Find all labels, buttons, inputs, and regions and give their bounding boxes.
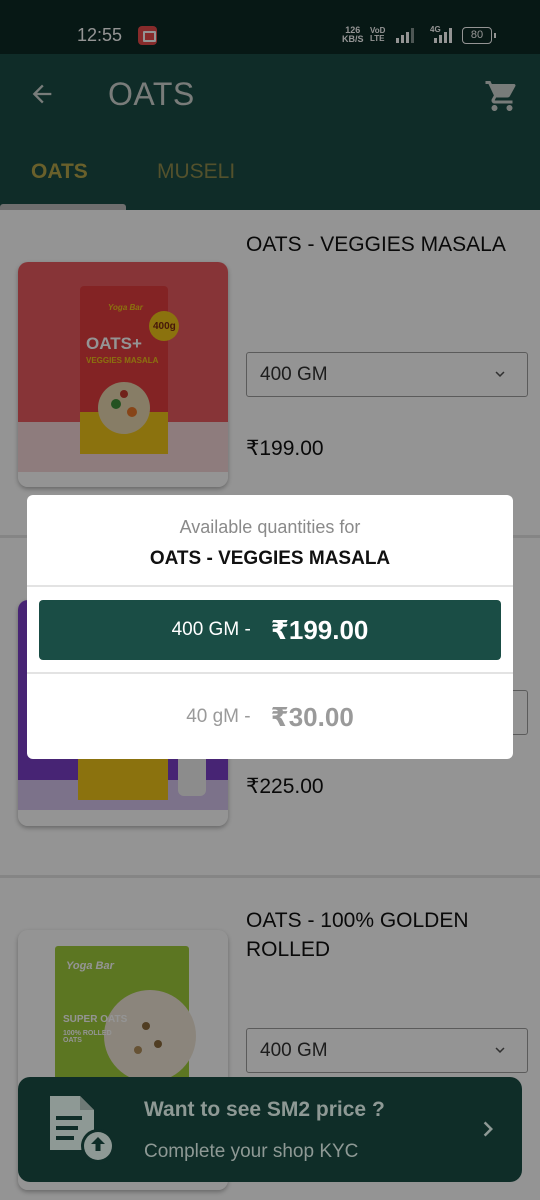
divider [27,672,513,674]
option-separator: - [239,619,251,640]
divider [27,585,513,587]
quantity-dialog: Available quantities for OATS - VEGGIES … [27,495,513,759]
option-quantity: 400 GM [171,619,240,640]
option-separator: - [239,706,251,727]
chevron-right-icon[interactable] [473,1114,503,1144]
option-quantity: 40 gM [186,706,240,727]
dialog-subtitle: Available quantities for [179,517,361,537]
kyc-banner[interactable]: Want to see SM2 price ? Complete your sh… [18,1077,522,1182]
kyc-subtext: Complete your shop KYC [144,1141,359,1162]
dialog-product-name: OATS - VEGGIES MASALA [149,548,391,569]
option-price: ₹30.00 [270,701,354,732]
quantity-option[interactable]: 40 gM - ₹30.00 [39,687,501,747]
quantity-option-selected[interactable]: 400 GM - ₹199.00 [39,600,501,660]
kyc-heading: Want to see SM2 price ? [144,1098,385,1121]
option-price: ₹199.00 [270,614,369,645]
document-upload-icon [50,1096,115,1163]
